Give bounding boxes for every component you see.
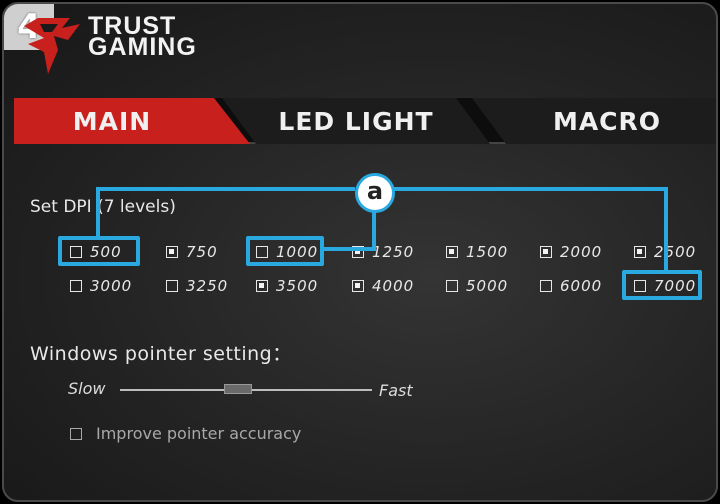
tab-macro[interactable]: MACRO xyxy=(472,98,716,144)
trust-logo-icon xyxy=(24,18,80,74)
connector-line xyxy=(372,209,376,251)
connector-line xyxy=(393,187,668,191)
dpi-checkbox[interactable] xyxy=(256,280,268,292)
pointer-section-title: Windows pointer setting： xyxy=(30,343,292,365)
dpi-checkbox[interactable] xyxy=(446,280,458,292)
pointer-speed-slider-thumb[interactable] xyxy=(224,384,253,394)
dpi-value-label: 1500 xyxy=(466,243,509,261)
improve-accuracy-checkbox[interactable] xyxy=(70,427,82,440)
dpi-value-label: 6000 xyxy=(560,277,603,295)
app-window: 4 TRUST GAMING LED LIGHT MACRO MAIN Set … xyxy=(2,2,718,502)
dpi-value-label: 2500 xyxy=(654,243,697,261)
dpi-value-label: 3000 xyxy=(90,277,133,295)
dpi-option-3250[interactable]: 3250 xyxy=(166,277,229,295)
dpi-section-title: Set DPI (7 levels) xyxy=(30,197,176,217)
highlight-frame-7000 xyxy=(622,270,702,300)
dpi-value-label: 4000 xyxy=(372,277,415,295)
slider-min-label: Slow xyxy=(68,379,106,398)
dpi-checkbox[interactable] xyxy=(166,246,178,258)
highlight-frame-500 xyxy=(58,236,140,266)
dpi-option-3500[interactable]: 3500 xyxy=(256,277,319,295)
improve-accuracy-option[interactable]: Improve pointer accuracy xyxy=(70,424,301,443)
dpi-option-5000[interactable]: 5000 xyxy=(446,277,509,295)
dpi-value-label: 3500 xyxy=(276,277,319,295)
tab-main[interactable]: MAIN xyxy=(14,98,250,144)
dpi-value-label: 3250 xyxy=(186,277,229,295)
tab-bar: LED LIGHT MACRO MAIN xyxy=(14,98,716,144)
dpi-option-3000[interactable]: 3000 xyxy=(70,277,133,295)
dpi-checkbox[interactable] xyxy=(540,246,552,258)
connector-line xyxy=(664,187,668,273)
dpi-option-2000[interactable]: 2000 xyxy=(540,243,603,261)
connector-line xyxy=(322,247,376,251)
dpi-value-label: 750 xyxy=(186,243,218,261)
logo-line-gaming: GAMING xyxy=(88,33,197,61)
connector-line xyxy=(96,187,355,191)
dpi-option-4000[interactable]: 4000 xyxy=(352,277,415,295)
tab-led-light[interactable]: LED LIGHT xyxy=(222,98,490,144)
dpi-value-label: 1250 xyxy=(372,243,415,261)
dpi-checkbox[interactable] xyxy=(634,246,646,258)
dpi-checkbox[interactable] xyxy=(352,280,364,292)
connector-line xyxy=(96,187,100,239)
improve-accuracy-label: Improve pointer accuracy xyxy=(96,424,302,443)
callout-marker: a xyxy=(355,173,395,213)
dpi-value-label: 2000 xyxy=(560,243,603,261)
dpi-value-label: 5000 xyxy=(466,277,509,295)
dpi-option-6000[interactable]: 6000 xyxy=(540,277,603,295)
dpi-checkbox[interactable] xyxy=(166,280,178,292)
highlight-frame-1000 xyxy=(246,236,324,266)
dpi-option-750[interactable]: 750 xyxy=(166,243,218,261)
brand-logo-text: TRUST GAMING xyxy=(88,14,197,61)
dpi-checkbox[interactable] xyxy=(540,280,552,292)
slider-max-label: Fast xyxy=(379,381,413,400)
dpi-checkbox[interactable] xyxy=(70,280,82,292)
dpi-checkbox[interactable] xyxy=(446,246,458,258)
dpi-option-1500[interactable]: 1500 xyxy=(446,243,509,261)
